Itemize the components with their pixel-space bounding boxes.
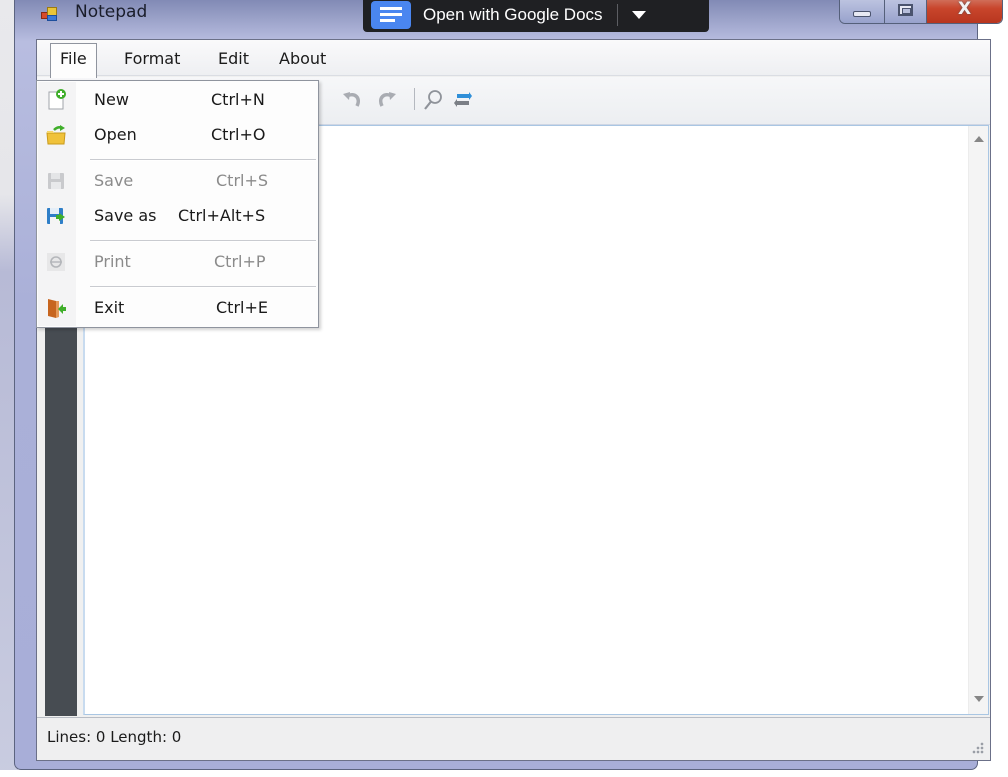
caret-down-icon[interactable] bbox=[631, 11, 646, 19]
print-icon bbox=[47, 253, 65, 271]
open-folder-icon bbox=[46, 125, 66, 145]
menu-item-label: Save bbox=[94, 171, 134, 190]
google-docs-banner[interactable]: Open with Google Docs bbox=[363, 0, 709, 32]
save-icon bbox=[48, 173, 64, 189]
undo-button[interactable] bbox=[340, 88, 364, 112]
menu-item-exit[interactable]: Exit Ctrl+E bbox=[37, 291, 318, 325]
menu-bar: File Format Edit About bbox=[37, 40, 990, 78]
scroll-down-arrow-icon[interactable] bbox=[974, 696, 984, 702]
resize-grip-icon[interactable] bbox=[972, 742, 984, 754]
menu-item-shortcut: Ctrl+N bbox=[211, 90, 265, 109]
redo-icon bbox=[379, 92, 396, 107]
window-controls: X bbox=[839, 0, 1003, 24]
banner-separator bbox=[616, 4, 618, 26]
menu-item-label: Exit bbox=[94, 298, 125, 317]
menu-item-shortcut: Ctrl+O bbox=[211, 125, 266, 144]
vertical-scrollbar[interactable] bbox=[968, 126, 988, 714]
search-button[interactable] bbox=[421, 88, 445, 112]
menu-item-shortcut: Ctrl+E bbox=[216, 298, 268, 317]
menu-item-label: Open bbox=[94, 125, 137, 144]
status-bar: Lines: 0 Length: 0 bbox=[37, 717, 990, 760]
menu-separator bbox=[90, 240, 316, 242]
menu-file[interactable]: File bbox=[50, 43, 97, 78]
menu-format[interactable]: Format bbox=[116, 47, 188, 70]
menu-item-new[interactable]: New Ctrl+N bbox=[37, 83, 318, 117]
scroll-up-arrow-icon[interactable] bbox=[974, 136, 984, 142]
notepad-app-icon[interactable] bbox=[41, 7, 59, 23]
close-icon: X bbox=[957, 0, 972, 19]
menu-item-shortcut: Ctrl+P bbox=[214, 252, 266, 271]
replace-button[interactable] bbox=[451, 88, 475, 112]
menu-item-label: Save as bbox=[94, 206, 157, 225]
toolbar-separator bbox=[414, 88, 415, 110]
replace-icon bbox=[454, 92, 472, 107]
search-icon bbox=[424, 90, 442, 110]
menu-about[interactable]: About bbox=[271, 47, 334, 70]
save-as-icon bbox=[47, 208, 65, 224]
undo-icon bbox=[343, 92, 360, 107]
maximize-icon bbox=[898, 3, 913, 16]
menu-item-open[interactable]: Open Ctrl+O bbox=[37, 118, 318, 152]
window-title: Notepad bbox=[75, 2, 148, 22]
redo-button[interactable] bbox=[375, 88, 399, 112]
minimize-icon bbox=[853, 10, 871, 17]
exit-icon bbox=[48, 299, 66, 318]
new-file-icon bbox=[48, 89, 66, 110]
google-docs-icon bbox=[371, 1, 411, 29]
file-menu-dropdown: New Ctrl+N Open Ctrl+O Save Ctrl+S Save … bbox=[36, 80, 319, 328]
menu-separator bbox=[90, 159, 316, 161]
status-text: Lines: 0 Length: 0 bbox=[47, 728, 182, 746]
minimize-button[interactable] bbox=[840, 0, 885, 23]
menu-item-label: Print bbox=[94, 252, 131, 271]
desktop-strip bbox=[0, 770, 1008, 777]
menu-item-shortcut: Ctrl+S bbox=[216, 171, 269, 190]
menu-item-save-as[interactable]: Save as Ctrl+Alt+S bbox=[37, 199, 318, 233]
menu-item-print[interactable]: Print Ctrl+P bbox=[37, 245, 318, 279]
menu-edit[interactable]: Edit bbox=[210, 47, 257, 70]
maximize-button[interactable] bbox=[885, 0, 927, 23]
menu-separator bbox=[90, 286, 316, 288]
open-with-google-docs-button[interactable]: Open with Google Docs bbox=[423, 5, 603, 25]
menu-item-save[interactable]: Save Ctrl+S bbox=[37, 164, 318, 198]
menu-item-shortcut: Ctrl+Alt+S bbox=[178, 206, 266, 225]
close-button[interactable]: X bbox=[927, 0, 1002, 23]
menu-item-label: New bbox=[94, 90, 129, 109]
